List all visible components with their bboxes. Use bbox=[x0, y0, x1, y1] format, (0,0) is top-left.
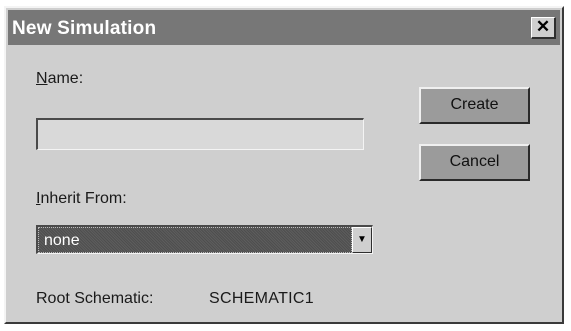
chevron-down-icon: ▼ bbox=[357, 234, 367, 245]
name-label-text: ame: bbox=[47, 70, 84, 87]
root-schematic-value: SCHEMATIC1 bbox=[209, 290, 314, 307]
name-input[interactable] bbox=[36, 118, 364, 150]
window-title: New Simulation bbox=[12, 18, 157, 39]
name-label-mnemonic: N bbox=[36, 70, 48, 87]
new-simulation-dialog: New Simulation ✕ Name: Create Cancel Inh… bbox=[4, 6, 564, 324]
close-button[interactable]: ✕ bbox=[531, 17, 556, 39]
name-label: Name: bbox=[36, 70, 83, 88]
inherit-label-text: nherit From: bbox=[40, 190, 127, 207]
inherit-from-selected-value: none bbox=[38, 227, 352, 253]
title-bar[interactable]: New Simulation ✕ bbox=[8, 10, 560, 45]
dropdown-arrow-button[interactable]: ▼ bbox=[352, 227, 372, 253]
close-icon: ✕ bbox=[535, 17, 551, 36]
cancel-button[interactable]: Cancel bbox=[419, 144, 530, 181]
inherit-from-label: Inherit From: bbox=[36, 190, 127, 208]
inherit-from-select[interactable]: none ▼ bbox=[36, 225, 373, 254]
root-schematic-label: Root Schematic: bbox=[36, 290, 154, 307]
create-button[interactable]: Create bbox=[419, 87, 530, 124]
